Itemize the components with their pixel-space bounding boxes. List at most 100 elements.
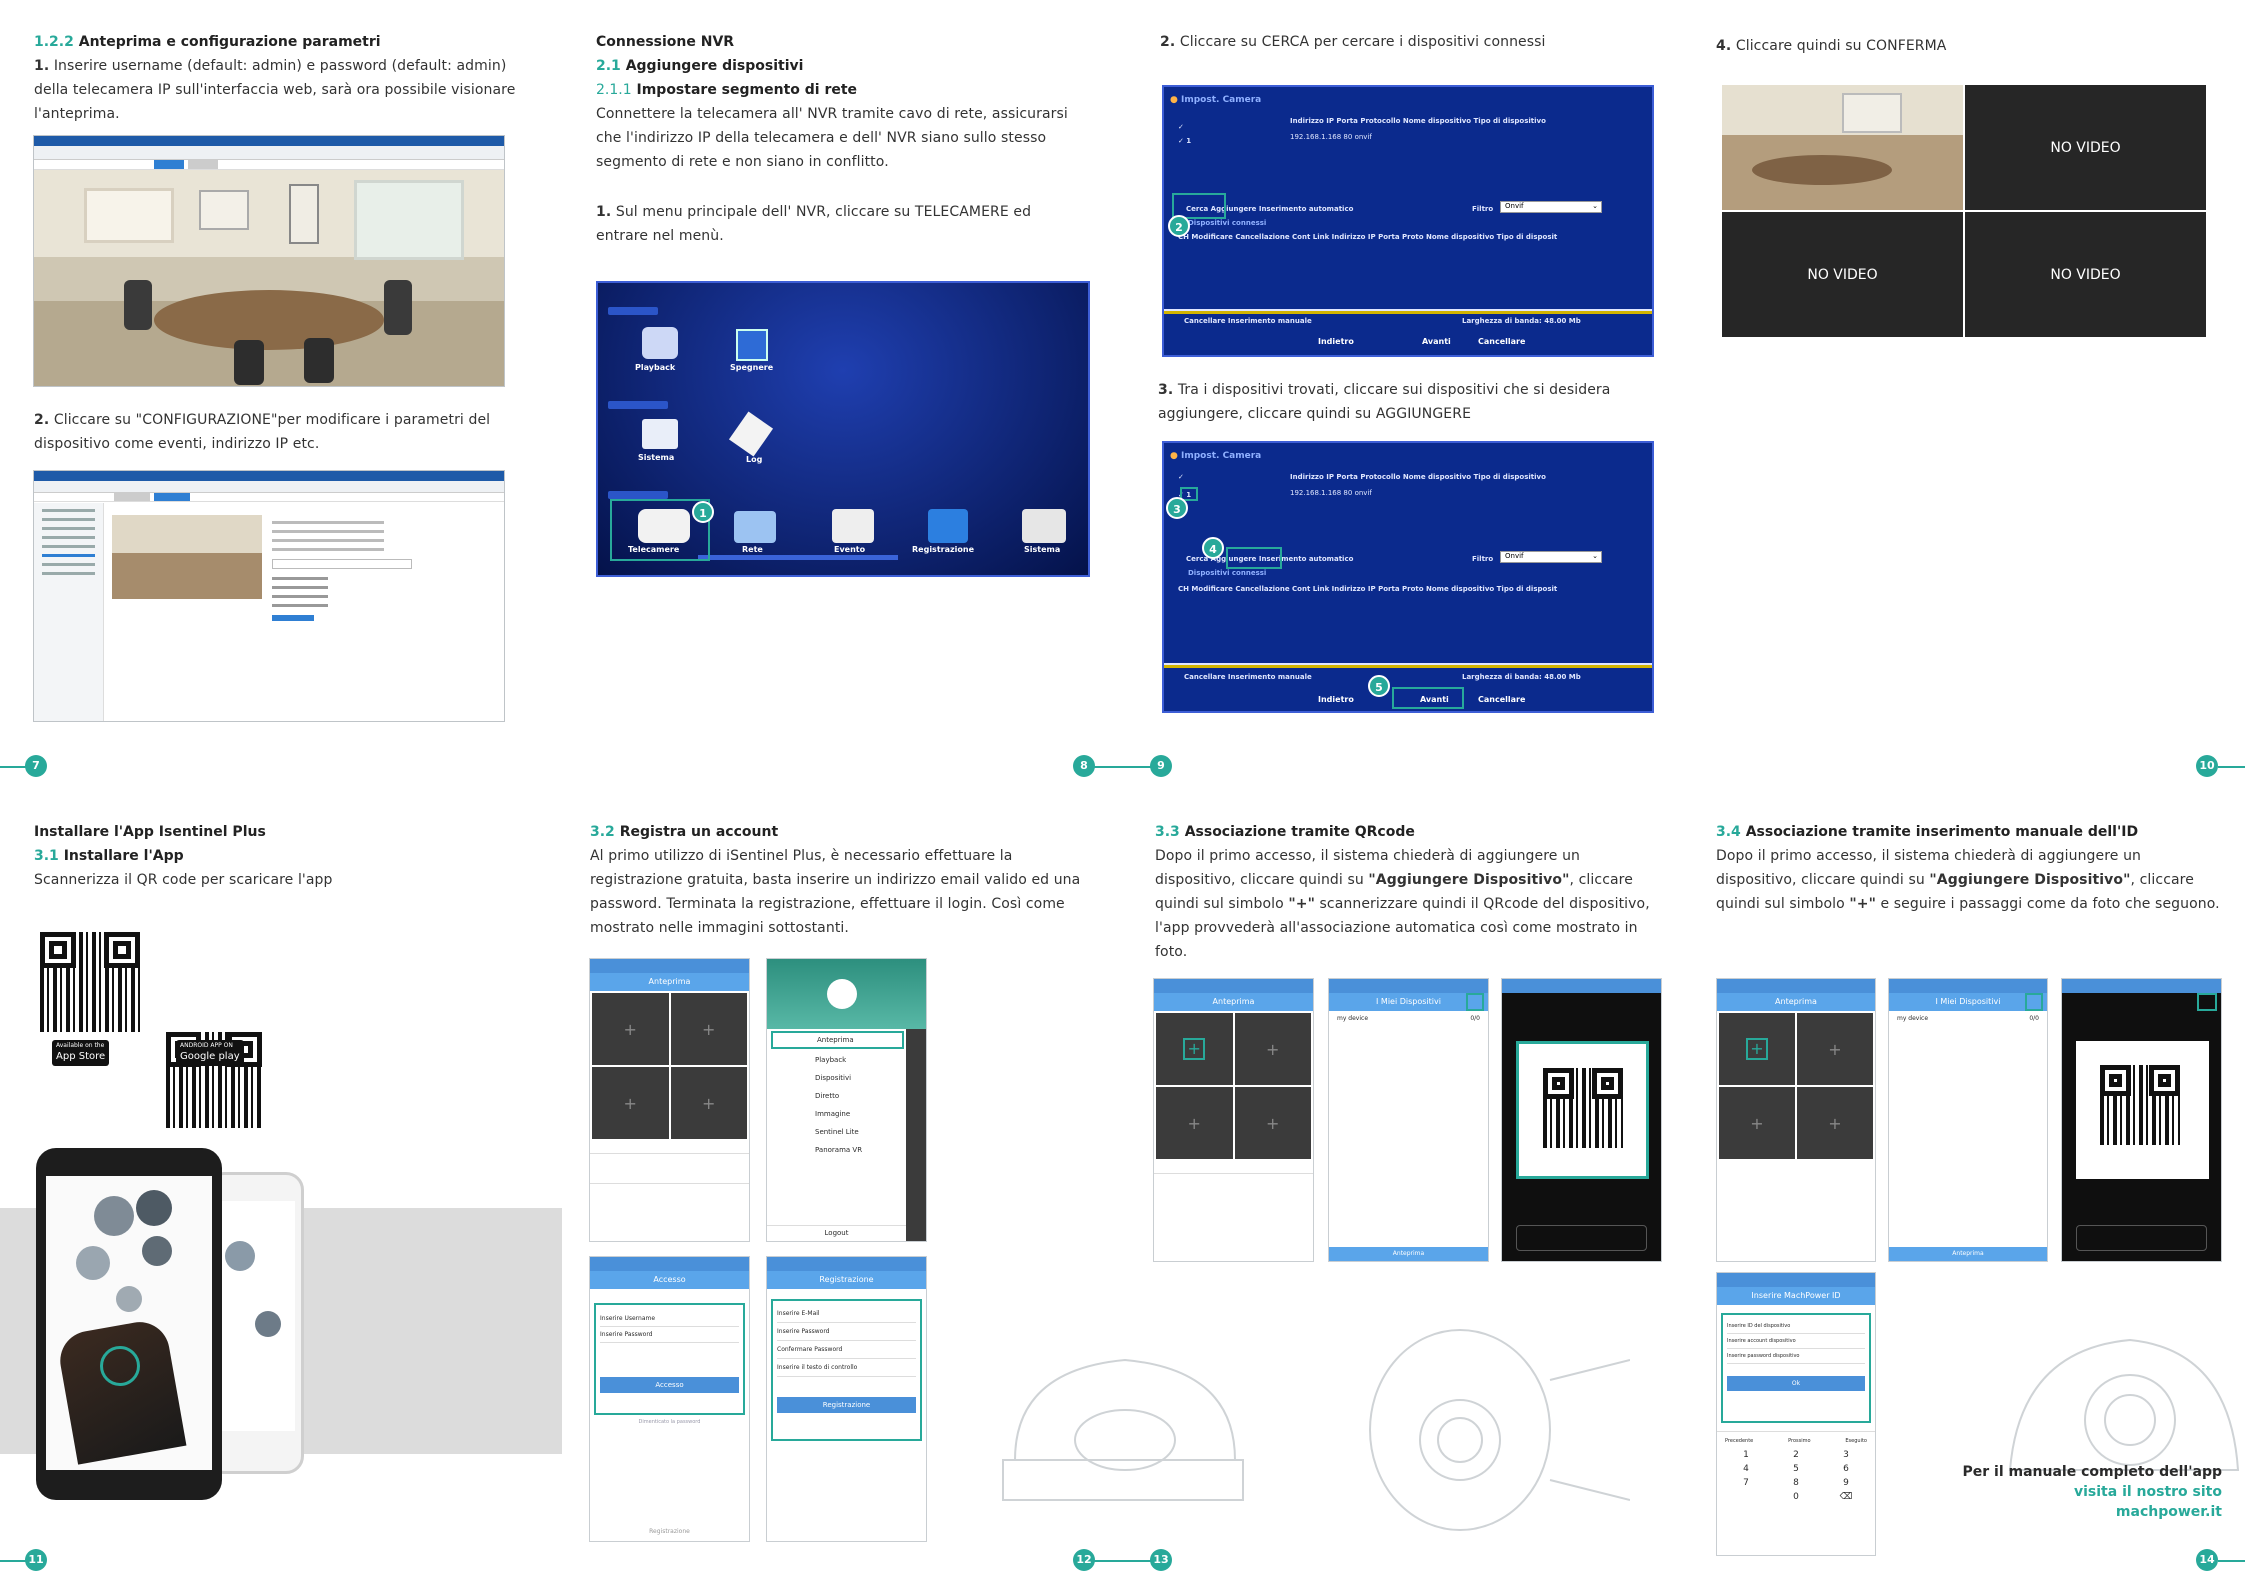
nvr-cancel-button[interactable]: Cancellare <box>1478 337 1525 346</box>
app-store-badge[interactable]: Available on the App Store <box>52 1040 110 1066</box>
ios-qr-code[interactable] <box>40 932 140 1032</box>
backspace-icon[interactable]: ⌫ <box>1821 1492 1871 1502</box>
ok-button[interactable]: Ok <box>1727 1376 1865 1391</box>
google-play-badge[interactable]: ANDROID APP ON Google play <box>176 1040 244 1066</box>
nvr-cancel-button[interactable]: Cancellare <box>1478 695 1525 704</box>
password-field[interactable]: Inserire Password <box>600 1327 739 1343</box>
app-menu-screen: Anteprima Playback Dispositivi Diretto I… <box>766 958 927 1242</box>
screen-title: I Miei Dispositivi <box>1889 993 2047 1011</box>
screen-title: I Miei Dispositivi <box>1329 993 1488 1011</box>
nvr-back-button[interactable]: Indietro <box>1318 337 1354 346</box>
menu-playback[interactable]: Playback <box>635 363 675 372</box>
key[interactable]: 4 <box>1721 1464 1771 1474</box>
password-field[interactable]: Inserire Password <box>777 1323 916 1341</box>
menu-spegnere[interactable]: Spegnere <box>730 363 773 372</box>
phone-front-mockup <box>36 1148 222 1500</box>
preview-button[interactable]: Anteprima <box>1889 1247 2047 1261</box>
device-name: my device <box>1337 1015 1369 1022</box>
forgot-password-link[interactable]: Dimenticato la password <box>590 1419 749 1425</box>
menu-registrazione[interactable]: Registrazione <box>912 545 974 554</box>
register-button[interactable]: Registrazione <box>777 1397 916 1413</box>
menu-sistema-2[interactable]: Sistema <box>1024 545 1060 554</box>
key[interactable]: 8 <box>1771 1478 1821 1488</box>
login-button[interactable]: Accesso <box>600 1377 739 1393</box>
menu-item-diretto[interactable]: Diretto <box>767 1087 904 1105</box>
subsection-number: 2.1 <box>596 58 621 74</box>
subsection-number: 3.4 <box>1716 824 1741 840</box>
key[interactable]: 7 <box>1721 1478 1771 1488</box>
nvr-filter-select[interactable]: Onvif ⌄ <box>1500 201 1602 213</box>
step-number: 3. <box>1158 382 1174 398</box>
key[interactable]: 9 <box>1821 1478 1871 1488</box>
playback-icon <box>642 327 678 359</box>
confirm-password-field[interactable]: Confermare Password <box>777 1341 916 1359</box>
menu-item-anteprima[interactable]: Anteprima <box>771 1031 904 1049</box>
section-title-1-2-2: 1.2.2 Anteprima e configurazione paramet… <box>34 30 534 54</box>
menu-item-immagine[interactable]: Immagine <box>767 1105 904 1123</box>
divider-line <box>2218 1560 2245 1562</box>
device-account-field[interactable]: Inserire account dispositivo <box>1727 1334 1865 1349</box>
text-bold: "+" <box>1849 896 1876 912</box>
subsection-3-2: 3.2 Registra un account <box>590 820 778 844</box>
keypad-prev[interactable]: Precedente <box>1725 1438 1753 1444</box>
key[interactable]: 2 <box>1771 1450 1821 1460</box>
menu-evento[interactable]: Evento <box>834 545 865 554</box>
register-link[interactable]: Registrazione <box>590 1528 749 1535</box>
no-video-tile: NO VIDEO <box>1965 85 2206 210</box>
recording-icon <box>928 509 968 543</box>
menu-rete[interactable]: Rete <box>742 545 763 554</box>
text-part: e seguire i passaggi come da foto che se… <box>1875 896 2220 912</box>
nvr-filter-select[interactable]: Onvif ⌄ <box>1500 551 1602 563</box>
nvr-step-1-paragraph: 1. Sul menu principale dell' NVR, clicca… <box>596 200 1086 248</box>
add-device-button[interactable] <box>1466 993 1484 1011</box>
menu-item-dispositivi[interactable]: Dispositivi <box>767 1069 904 1087</box>
nvr-preview-grid: NO VIDEO NO VIDEO NO VIDEO <box>1722 85 2206 337</box>
app-preview-screen: Anteprima + + + + <box>589 958 750 1242</box>
device-id-field[interactable]: Inserire ID del dispositivo <box>1727 1319 1865 1334</box>
menu-item-playback[interactable]: Playback <box>767 1051 904 1069</box>
key[interactable]: 3 <box>1821 1450 1871 1460</box>
device-name: my device <box>1897 1015 1929 1022</box>
logout-button[interactable]: Logout <box>767 1225 906 1237</box>
nvr-intro-text: Connettere la telecamera all' NVR tramit… <box>596 106 1068 170</box>
key[interactable]: 5 <box>1771 1464 1821 1474</box>
keypad-next[interactable]: Prossimo <box>1788 1438 1810 1444</box>
nvr-add-device-screenshot: ● Impost. Camera Indirizzo IP Porta Prot… <box>1162 441 1654 713</box>
menu-log[interactable]: Log <box>746 455 762 464</box>
nvr-next-button[interactable]: Avanti <box>1422 337 1451 346</box>
page-number-13: 13 <box>1150 1549 1172 1571</box>
badge-text: Google play <box>180 1051 240 1062</box>
step-marker-3: 3 <box>1166 497 1188 519</box>
qr-instruction-text: Scannerizza il QR code per scaricare l'a… <box>34 872 333 888</box>
screen-title: Anteprima <box>590 973 749 991</box>
device-row[interactable]: my device 0/0 <box>1329 1011 1488 1026</box>
key[interactable]: 0 <box>1771 1492 1821 1502</box>
menu-sistema[interactable]: Sistema <box>638 453 674 462</box>
step-number: 1. <box>596 204 612 220</box>
app-preview-screen: Anteprima + + + + <box>1716 978 1876 1262</box>
key[interactable]: 1 <box>1721 1450 1771 1460</box>
website-link[interactable]: machpower.it <box>1960 1502 2222 1522</box>
step-2-paragraph: 2. Cliccare su "CONFIGURAZIONE"per modif… <box>34 408 529 456</box>
step-number: 2. <box>34 412 50 428</box>
device-password-field[interactable]: Inserire password dispositivo <box>1727 1349 1865 1364</box>
device-count: 0/0 <box>2029 1015 2039 1022</box>
captcha-field[interactable]: Inserire il testo di controllo <box>777 1359 916 1377</box>
screen-title: Inserire MachPower ID <box>1717 1287 1875 1305</box>
subsection-3-1: 3.1 Installare l'App <box>34 844 184 868</box>
email-field[interactable]: Inserire E-Mail <box>777 1305 916 1323</box>
key[interactable]: 6 <box>1821 1464 1871 1474</box>
menu-item-panorama[interactable]: Panorama VR <box>767 1141 904 1159</box>
nvr-back-button[interactable]: Indietro <box>1318 695 1354 704</box>
section-title-text: Anteprima e configurazione parametri <box>78 34 381 50</box>
camera-preview-screenshot <box>33 135 505 387</box>
add-device-button[interactable] <box>2025 993 2043 1011</box>
device-row[interactable]: my device 0/0 <box>1889 1011 2047 1026</box>
subsection-title: Associazione tramite QRcode <box>1184 824 1415 840</box>
subsection-number: 3.2 <box>590 824 615 840</box>
preview-button[interactable]: Anteprima <box>1329 1247 1488 1261</box>
menu-item-sentinel-lite[interactable]: Sentinel Lite <box>767 1123 904 1141</box>
nvr-step-2-paragraph: 2. Cliccare su CERCA per cercare i dispo… <box>1160 30 1660 54</box>
username-field[interactable]: Inserire Username <box>600 1311 739 1327</box>
keypad-done[interactable]: Eseguito <box>1845 1438 1867 1444</box>
